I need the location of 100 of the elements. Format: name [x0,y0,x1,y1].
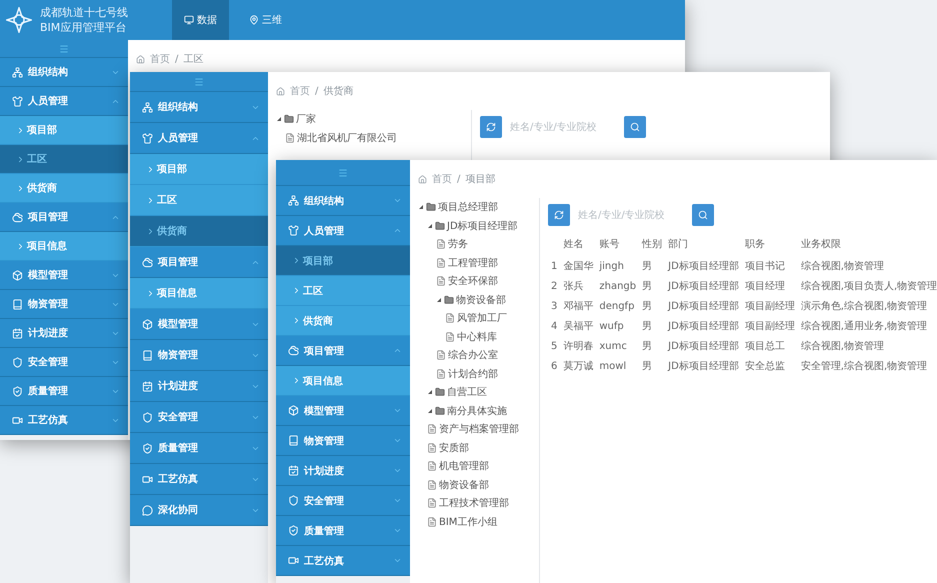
caret-icon[interactable] [436,296,442,303]
search-button[interactable] [624,116,646,138]
tree-item[interactable]: BIM工作小组 [439,514,498,529]
tree-item[interactable]: 南分具体实施 [447,404,507,418]
nav-item[interactable]: 质量管理 [276,516,410,546]
nav-subitem[interactable]: 供货商 [0,174,128,203]
breadcrumb-link[interactable]: 首页 [432,172,452,186]
caret-icon[interactable] [276,116,282,122]
caret-icon[interactable] [427,408,433,414]
refresh-button[interactable] [480,116,502,138]
tree-item[interactable]: 风管加工厂 [457,311,507,326]
sidebar-toggle[interactable] [0,40,128,58]
nav-item[interactable]: 人员管理 [130,123,268,154]
table-cell-text: 男 [641,280,654,294]
tree-item[interactable]: 机电管理部 [439,459,489,474]
search-field[interactable]: 姓名/专业/专业院校 [508,116,618,138]
cube-icon [12,270,23,280]
nav-item[interactable]: 物资管理 [0,290,128,319]
search-field[interactable]: 姓名/专业/专业院校 [576,204,686,226]
nav-subitem[interactable]: 项目信息 [0,232,128,261]
caret-icon[interactable] [418,204,424,210]
nav-item[interactable]: 质量管理 [0,377,128,406]
nav-item[interactable]: 物资管理 [276,426,410,456]
nav-item[interactable]: 项目管理 [276,336,410,366]
tree-item[interactable]: 工程管理部 [448,256,498,270]
search-button[interactable] [692,204,714,226]
nav-tab[interactable]: 数据 [172,0,229,40]
nav-item[interactable]: 安全管理 [130,402,268,433]
nav-item[interactable]: 安全管理 [276,486,410,516]
chevron-down-icon [393,406,402,415]
sidebar-toggle[interactable] [130,72,268,92]
table-cell-text: JD标项目经理部 [666,280,740,294]
refresh-button[interactable] [548,204,570,226]
tree-item[interactable]: 中心料库 [457,330,497,344]
tree-item[interactable]: 安质部 [439,440,469,455]
nav-item[interactable]: 模型管理 [276,396,410,426]
tree-item[interactable]: 湖北省风机厂有限公司 [297,130,397,145]
breadcrumb-link[interactable]: 首页 [290,84,310,98]
tree-item[interactable]: 劳务 [448,237,468,252]
nav-item[interactable]: 项目管理 [130,247,268,278]
pin-icon [249,15,259,25]
nav-subitem[interactable]: 工区 [130,185,268,216]
nav-item[interactable]: 计划进度 [130,371,268,402]
nav-subitem[interactable]: 工区 [0,145,128,174]
document-icon [427,442,437,453]
nav-tab[interactable]: 三维 [237,0,294,40]
cube-icon [288,405,299,416]
tree-item[interactable]: 安全环保部 [448,274,498,288]
column-header: 职务 [744,238,766,252]
table-cell-text: mowl [598,360,628,374]
nav-subitem[interactable]: 项目部 [130,154,268,185]
nav-subitem[interactable]: 项目信息 [130,278,268,309]
tree-item[interactable]: JD标项目经理部 [447,218,518,233]
search-icon [698,210,708,220]
nav-item[interactable]: 项目管理 [0,203,128,232]
nav-item[interactable]: 物资管理 [130,340,268,371]
table-cell-text: 项目总工 [744,340,786,354]
nav-subitem[interactable]: 供货商 [130,216,268,247]
caret-icon[interactable] [427,222,433,229]
caret-icon[interactable] [427,389,433,396]
nav-item[interactable]: 人员管理 [0,87,128,116]
tree-item[interactable]: 物资设备部 [456,292,506,307]
nav-item[interactable]: 质量管理 [130,433,268,464]
nav-subitem[interactable]: 项目部 [0,116,128,145]
tree-item[interactable]: 项目总经理部 [438,200,498,214]
nav-item[interactable]: 组织结构 [130,92,268,123]
nav-item[interactable]: 组织结构 [276,186,410,216]
nav-item[interactable]: 工艺仿真 [276,546,410,576]
table-cell-text: zhangb [598,280,638,294]
tree-item[interactable]: 自营工区 [447,385,487,400]
tree-item[interactable]: 综合办公室 [448,348,498,362]
nav-item[interactable]: 模型管理 [130,309,268,340]
row-number: 5 [550,340,558,354]
table-cell-text: 男 [641,340,654,354]
breadcrumb-current: 项目部 [465,172,496,186]
nav-item[interactable]: 计划进度 [0,319,128,348]
nav-subitem[interactable]: 项目信息 [276,366,410,396]
nav-item[interactable]: 人员管理 [276,216,410,246]
nav-subitem[interactable]: 工区 [276,276,410,306]
tree-item[interactable]: 厂家 [296,112,316,126]
nav-item[interactable]: 模型管理 [0,261,128,290]
chevron-down-icon [393,436,402,445]
tree-item[interactable]: 资产与档案管理部 [439,422,519,436]
column-header: 业务权限 [800,238,842,252]
table-cell-text: JD标项目经理部 [666,320,740,334]
table-cell-text: 安全总监 [744,360,786,374]
tree-item[interactable]: 物资设备部 [439,478,489,492]
sidebar-toggle[interactable] [276,160,410,186]
nav-item[interactable]: 工艺仿真 [130,464,268,495]
breadcrumb-link[interactable]: 首页 [150,52,170,66]
nav-subitem[interactable]: 项目部 [276,246,410,276]
nav-item[interactable]: 安全管理 [0,348,128,377]
nav-item[interactable]: 计划进度 [276,456,410,486]
tree-item[interactable]: 工程技术管理部 [439,496,509,510]
nav-subitem[interactable]: 供货商 [276,306,410,336]
shield-icon [288,525,299,536]
nav-item[interactable]: 组织结构 [0,58,128,87]
nav-item[interactable]: 深化协同 [130,495,268,526]
tree-item[interactable]: 计划合约部 [448,366,498,381]
nav-item[interactable]: 工艺仿真 [0,406,128,435]
